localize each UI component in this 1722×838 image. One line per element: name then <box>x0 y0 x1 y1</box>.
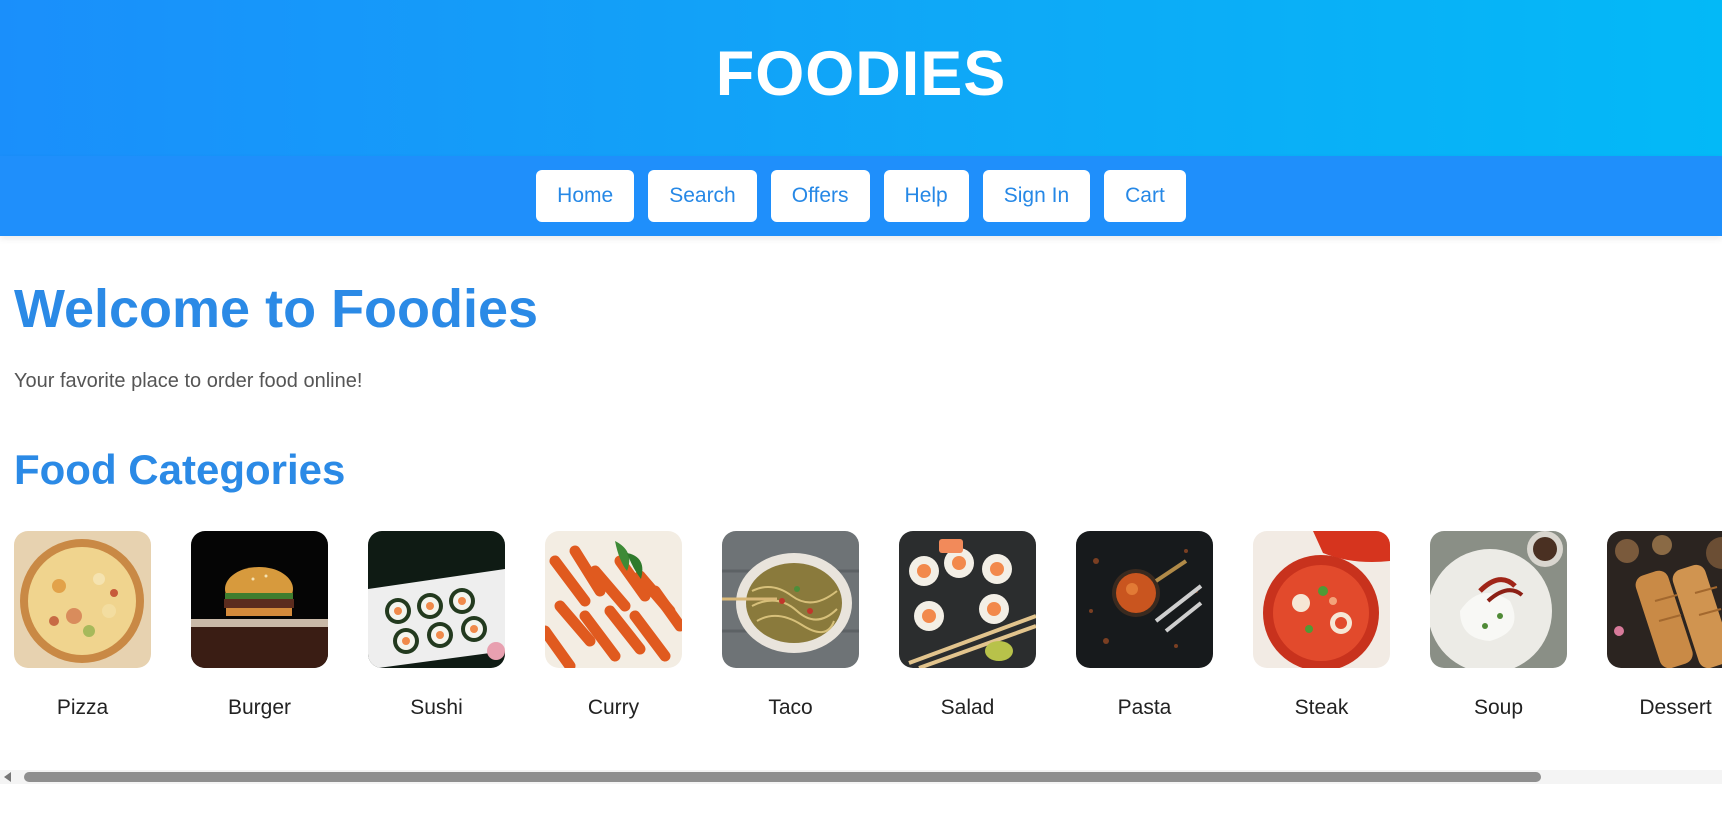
taco-image[interactable] <box>722 531 859 668</box>
category-burger[interactable]: Burger <box>191 531 328 720</box>
categories-heading: Food Categories <box>14 446 346 493</box>
category-salad[interactable]: Salad <box>899 531 1036 720</box>
category-label: Curry <box>587 696 640 719</box>
dessert-image[interactable] <box>1607 531 1722 668</box>
category-steak[interactable]: Steak <box>1253 531 1390 720</box>
nav-offers-button[interactable]: Offers <box>770 170 870 222</box>
pasta-image[interactable] <box>1076 531 1213 668</box>
scrollbar-thumb[interactable] <box>24 772 1541 782</box>
main-content: Welcome to Foodies Your favorite place t… <box>0 282 1722 720</box>
category-label: Dessert <box>1639 696 1712 719</box>
burger-image[interactable] <box>191 531 328 668</box>
category-carousel[interactable]: Pizza Burger Sushi Curry Taco Salad Past… <box>14 531 1722 720</box>
sushi-image[interactable] <box>368 531 505 668</box>
category-label: Taco <box>768 696 813 719</box>
category-label: Steak <box>1294 696 1349 719</box>
category-label: Burger <box>227 696 292 719</box>
brand-title: FOODIES <box>715 39 1007 109</box>
category-label: Pizza <box>56 696 109 719</box>
category-taco[interactable]: Taco <box>722 531 859 720</box>
site-header: FOODIES <box>0 0 1722 156</box>
soup-image[interactable] <box>1430 531 1567 668</box>
nav-cart-button[interactable]: Cart <box>1104 170 1186 222</box>
category-dessert[interactable]: Dessert <box>1607 531 1722 720</box>
nav-home-button[interactable]: Home <box>536 170 635 222</box>
salad-image[interactable] <box>899 531 1036 668</box>
page-title: Welcome to Foodies <box>14 279 539 339</box>
horizontal-scrollbar[interactable] <box>0 770 1722 784</box>
category-label: Sushi <box>410 696 463 719</box>
curry-image[interactable] <box>545 531 682 668</box>
nav-help-button[interactable]: Help <box>883 170 969 222</box>
pizza-image[interactable] <box>14 531 151 668</box>
category-curry[interactable]: Curry <box>545 531 682 720</box>
tagline: Your favorite place to order food online… <box>14 370 363 392</box>
steak-image[interactable] <box>1253 531 1390 668</box>
category-soup[interactable]: Soup <box>1430 531 1567 720</box>
nav-bar: Home Search Offers Help Sign In Cart <box>0 156 1722 236</box>
category-label: Salad <box>940 696 995 719</box>
category-label: Pasta <box>1117 696 1172 719</box>
nav-search-button[interactable]: Search <box>648 170 757 222</box>
category-pasta[interactable]: Pasta <box>1076 531 1213 720</box>
category-sushi[interactable]: Sushi <box>368 531 505 720</box>
category-pizza[interactable]: Pizza <box>14 531 151 720</box>
category-label: Soup <box>1473 696 1524 719</box>
nav-signin-button[interactable]: Sign In <box>982 170 1091 222</box>
scroll-left-arrow-icon[interactable] <box>4 772 11 782</box>
